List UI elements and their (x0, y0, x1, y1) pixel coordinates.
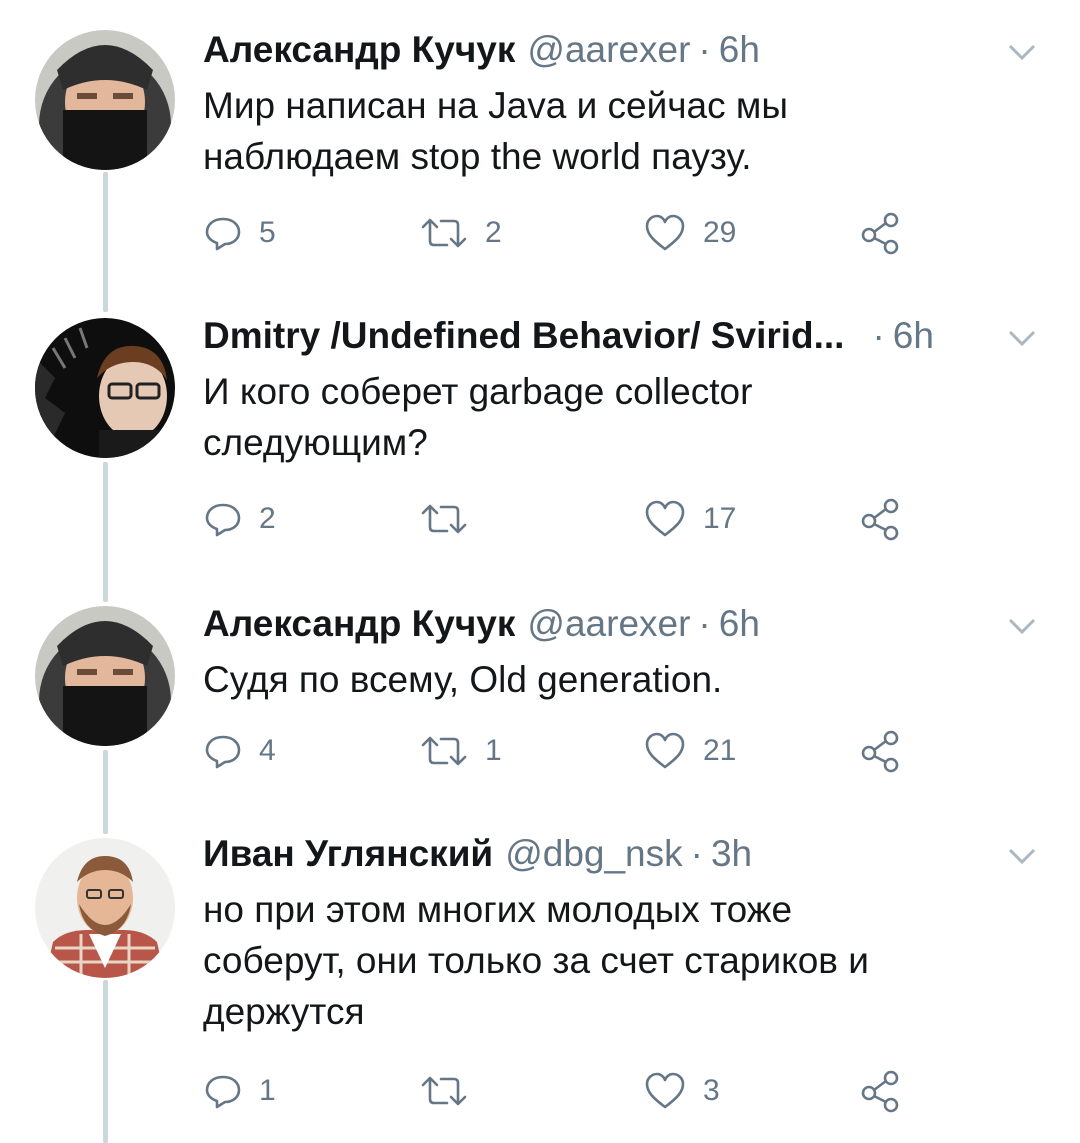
thread-line (103, 750, 108, 834)
avatar[interactable] (35, 30, 175, 170)
retweet-icon (421, 504, 467, 534)
masked-person-avatar (35, 606, 175, 746)
tweet-text-line: И кого соберет garbage collector (203, 371, 753, 412)
avatar[interactable] (35, 318, 175, 458)
avatar[interactable] (35, 838, 175, 978)
reply-button[interactable]: 2 (203, 494, 276, 544)
retweet-button[interactable]: 1 (419, 726, 502, 776)
tweet-text-line: наблюдаем stop the world паузу. (203, 136, 752, 177)
tweet-actions: 4 1 21 (203, 726, 923, 776)
separator-dot: · (690, 833, 703, 874)
tweet-text: но при этом многих молодых тоже соберут,… (203, 884, 1020, 1037)
bearded-person-avatar (35, 838, 175, 978)
glasses-person-avatar (35, 318, 175, 458)
separator-dot: · (698, 29, 711, 70)
reply-count: 5 (259, 216, 276, 249)
reply-button[interactable]: 4 (203, 726, 276, 776)
like-count: 29 (703, 216, 737, 249)
tweet-actions: 2 17 (203, 494, 923, 544)
reply-icon (205, 735, 241, 769)
reply-button[interactable]: 5 (203, 208, 276, 258)
thread-line (103, 172, 108, 312)
retweet-count: 1 (485, 734, 502, 767)
like-count: 3 (703, 1074, 720, 1107)
like-icon (645, 214, 685, 251)
share-icon (861, 498, 899, 541)
like-button[interactable]: 21 (643, 726, 736, 776)
share-button[interactable] (858, 208, 902, 258)
tweet-text: Мир написан на Java и сейчас мы наблюдае… (203, 80, 1020, 182)
tweet-actions: 1 3 (203, 1066, 923, 1116)
tweet-text: И кого соберет garbage collector следующ… (203, 366, 1020, 468)
thread-line (103, 980, 108, 1143)
tweet-text-line: Судя по всему, Old generation. (203, 659, 723, 700)
reply-count: 1 (259, 1074, 276, 1107)
timestamp[interactable]: 6h (719, 602, 760, 646)
like-icon (645, 732, 685, 769)
author-name[interactable]: Dmitry /Undefined Behavior/ Svirid... (203, 314, 844, 358)
reply-button[interactable]: 1 (203, 1066, 276, 1116)
chevron-down-icon[interactable] (1002, 836, 1042, 876)
thread-line (103, 462, 108, 602)
author-handle[interactable]: @dbg_nsk (505, 832, 682, 876)
reply-count: 2 (259, 502, 276, 535)
tweet-text-line: но при этом многих молодых тоже (203, 889, 793, 930)
like-button[interactable]: 3 (643, 1066, 720, 1116)
share-button[interactable] (858, 494, 902, 544)
masked-person-avatar (35, 30, 175, 170)
retweet-button[interactable] (419, 494, 485, 544)
share-icon (861, 730, 899, 773)
like-icon (645, 500, 685, 537)
chevron-down-icon[interactable] (1002, 32, 1042, 72)
like-button[interactable]: 29 (643, 208, 736, 258)
tweet-text-line: держутся (203, 991, 365, 1032)
tweet-text-line: Мир написан на Java и сейчас мы (203, 85, 788, 126)
chevron-down-icon[interactable] (1002, 606, 1042, 646)
reply-icon (205, 503, 241, 537)
author-name[interactable]: Александр Кучук (203, 602, 515, 646)
chevron-down-icon[interactable] (1002, 318, 1042, 358)
retweet-icon (421, 218, 467, 248)
tweet-text: Судя по всему, Old generation. (203, 654, 1020, 705)
share-icon (861, 1070, 899, 1113)
share-button[interactable] (858, 726, 902, 776)
tweet-text-line: соберут, они только за счет стариков и (203, 940, 869, 981)
timestamp[interactable]: 6h (719, 28, 760, 72)
separator-dot: · (698, 603, 711, 644)
share-button[interactable] (858, 1066, 902, 1116)
author-handle[interactable]: @aarexer (527, 28, 690, 72)
retweet-button[interactable]: 2 (419, 208, 502, 258)
timestamp[interactable]: 6h (893, 314, 934, 358)
like-count: 17 (703, 502, 737, 535)
avatar[interactable] (35, 606, 175, 746)
like-count: 21 (703, 734, 737, 767)
reply-count: 4 (259, 734, 276, 767)
author-handle[interactable]: @aarexer (527, 602, 690, 646)
reply-icon (205, 1075, 241, 1109)
tweet-actions: 5 2 29 (203, 208, 923, 258)
retweet-count: 2 (485, 216, 502, 249)
retweet-icon (421, 736, 467, 766)
author-name[interactable]: Иван Углянский (203, 832, 493, 876)
like-icon (645, 1072, 685, 1109)
timestamp[interactable]: 3h (711, 832, 752, 876)
retweet-icon (421, 1076, 467, 1106)
share-icon (861, 212, 899, 255)
like-button[interactable]: 17 (643, 494, 736, 544)
separator-dot: · (872, 315, 885, 356)
reply-icon (205, 217, 241, 251)
retweet-button[interactable] (419, 1066, 485, 1116)
author-name[interactable]: Александр Кучук (203, 28, 515, 72)
tweet-text-line: следующим? (203, 422, 428, 463)
